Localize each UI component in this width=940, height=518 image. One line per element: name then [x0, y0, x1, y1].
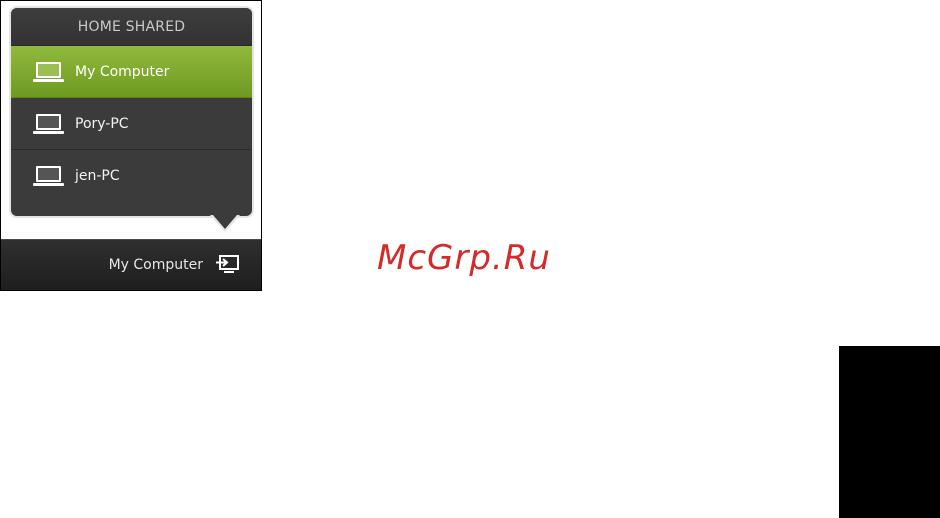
source-item-label: My Computer: [75, 63, 170, 80]
current-source-label: My Computer: [108, 257, 203, 273]
source-item-label: jen-PC: [75, 168, 120, 184]
popup-title: HOME SHARED: [11, 8, 252, 46]
watermark-text: McGrp.Ru: [377, 238, 551, 278]
source-item-pory-pc[interactable]: Pory-PC: [11, 98, 252, 150]
laptop-icon: [33, 166, 64, 186]
source-bar[interactable]: My Computer: [1, 239, 261, 290]
page-edge-tab: [839, 346, 940, 518]
laptop-icon: [33, 113, 64, 134]
source-item-jen-pc[interactable]: jen-PC: [11, 150, 252, 202]
source-popup: HOME SHARED My Computer Pory-PC jen-PC: [9, 6, 254, 218]
page: HOME SHARED My Computer Pory-PC jen-PC M…: [0, 0, 940, 518]
switch-source-icon[interactable]: [215, 255, 239, 275]
laptop-icon: [33, 61, 64, 82]
source-item-my-computer[interactable]: My Computer: [11, 46, 252, 98]
popup-pointer-fill: [213, 215, 237, 229]
source-item-label: Pory-PC: [75, 115, 129, 132]
media-source-selector: HOME SHARED My Computer Pory-PC jen-PC M…: [0, 0, 262, 291]
